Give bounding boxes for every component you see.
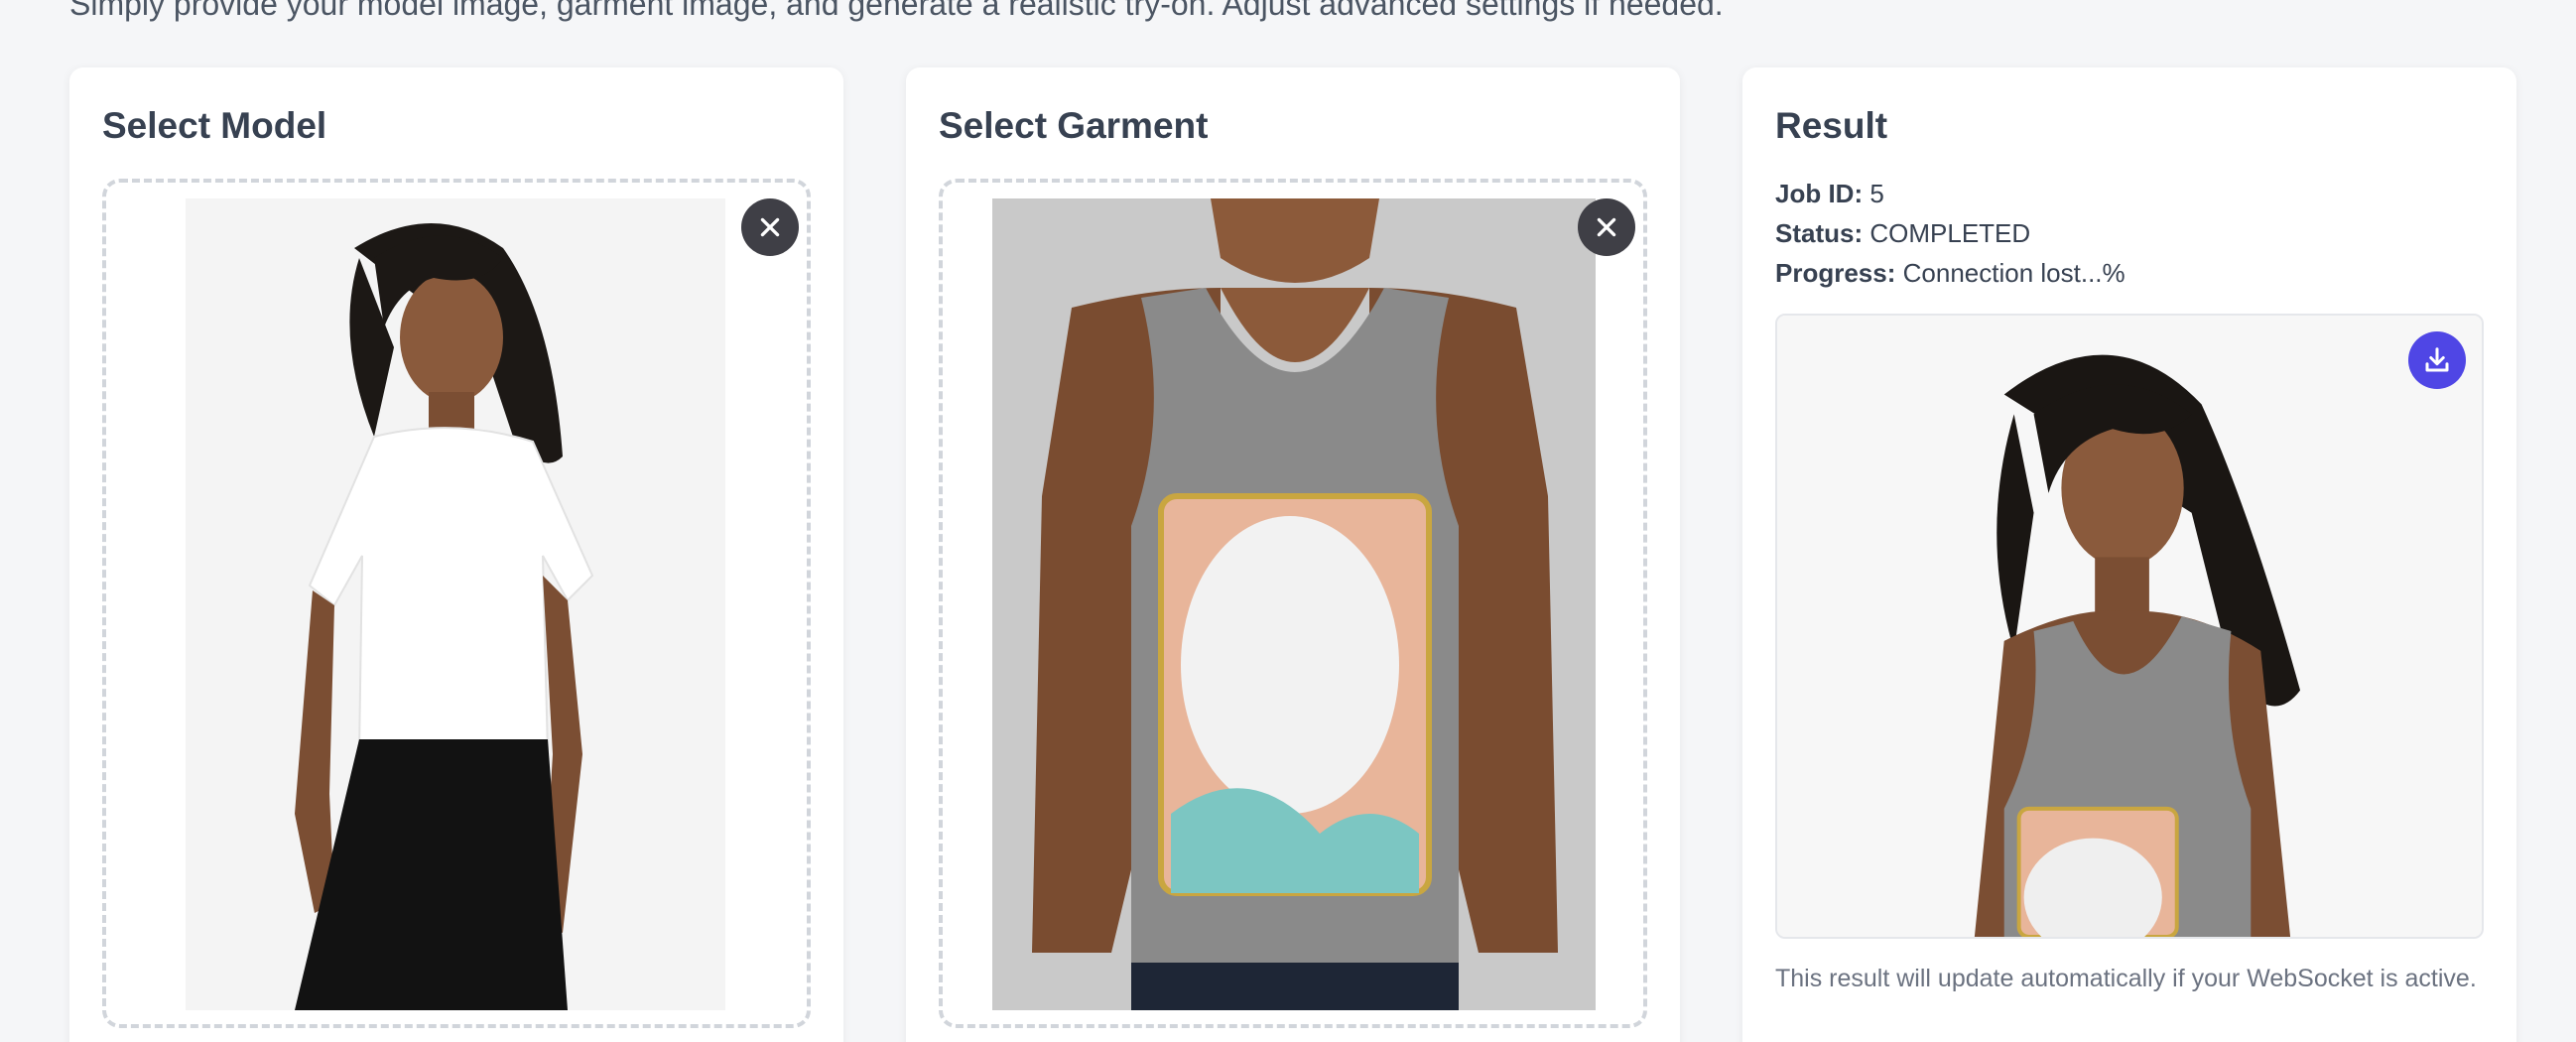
- remove-model-button[interactable]: [741, 198, 799, 256]
- status-row: Status: COMPLETED: [1775, 218, 2030, 249]
- page-subtitle: Simply provide your model image, garment…: [69, 0, 1724, 22]
- select-garment-title: Select Garment: [939, 105, 1209, 146]
- model-image: [186, 198, 725, 1010]
- model-dropzone[interactable]: [102, 179, 811, 1028]
- progress-row: Progress: Connection lost...%: [1775, 258, 2125, 289]
- garment-image: [992, 198, 1596, 1010]
- result-title: Result: [1775, 105, 1888, 146]
- remove-garment-button[interactable]: [1578, 198, 1635, 256]
- status-label: Status:: [1775, 218, 1864, 248]
- download-result-button[interactable]: [2408, 331, 2466, 389]
- result-image: [1777, 316, 2482, 937]
- select-garment-card: Select Garment: [906, 67, 1680, 1042]
- websocket-note: This result will update automatically if…: [1775, 965, 2477, 992]
- garment-dropzone[interactable]: [939, 179, 1647, 1028]
- progress-label: Progress:: [1775, 258, 1896, 288]
- progress-value: Connection lost...%: [1902, 258, 2125, 288]
- result-card: Result Job ID: 5 Status: COMPLETED Progr…: [1742, 67, 2516, 1042]
- job-id-row: Job ID: 5: [1775, 179, 1884, 209]
- download-icon: [2425, 347, 2449, 372]
- job-id-value: 5: [1869, 179, 1884, 208]
- status-value: COMPLETED: [1869, 218, 2031, 248]
- result-image-frame: [1775, 314, 2484, 939]
- close-icon: [1597, 217, 1616, 237]
- job-id-label: Job ID:: [1775, 179, 1864, 208]
- select-model-title: Select Model: [102, 105, 327, 146]
- select-model-card: Select Model: [69, 67, 843, 1042]
- close-icon: [760, 217, 780, 237]
